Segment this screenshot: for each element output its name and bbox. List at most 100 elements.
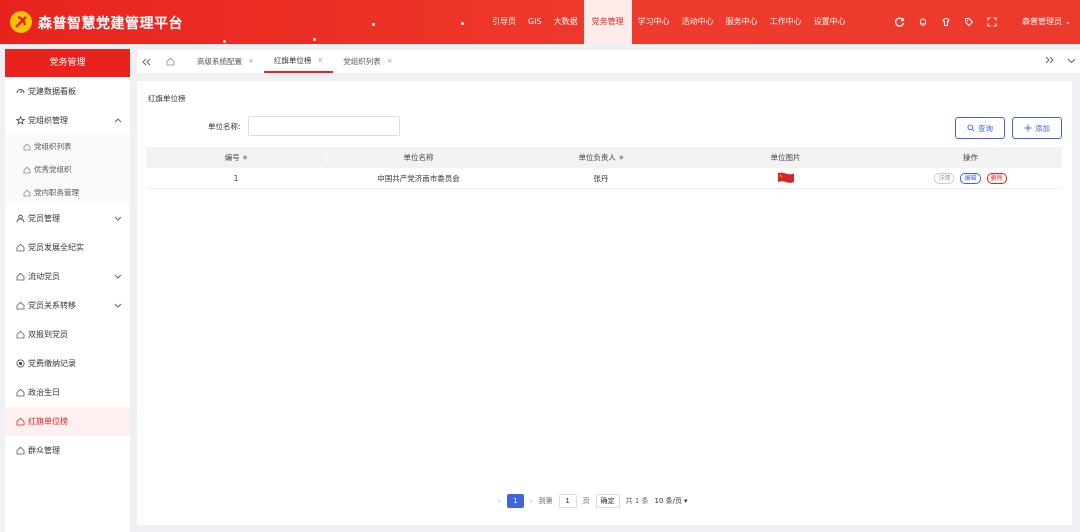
tab-red-flag-units[interactable]: 红旗单位榜 ×	[263, 49, 334, 73]
user-name: 森普管理员	[1022, 17, 1062, 26]
sidebar-item-dual-report[interactable]: 双报到党员	[5, 320, 130, 349]
nav-service-center[interactable]: 服务中心	[720, 0, 764, 44]
units-table: 编号 ◆ 单位名称 单位负责人 ◆ 单位图片 操作 1 中国共产党济南市委员会 张丹…	[146, 147, 1062, 189]
pagination: ‹ 1 › 到第 1 页 确定 共 1 条 10 条/页 ▾	[498, 493, 688, 509]
page-size-select[interactable]: 10 条/页 ▾	[655, 496, 688, 506]
target-icon	[16, 359, 25, 368]
refresh-icon[interactable]	[894, 17, 905, 28]
goto-label: 到第	[538, 497, 553, 505]
plus-icon	[1024, 124, 1032, 132]
home-icon[interactable]	[161, 50, 179, 73]
nav-settings-center[interactable]: 设置中心	[808, 0, 852, 44]
dashboard-icon	[16, 87, 25, 96]
close-icon[interactable]: ×	[387, 50, 393, 73]
cell-unit-name: 中国共产党济南市委员会	[377, 173, 460, 183]
chevron-down-icon: ⌄	[1064, 17, 1072, 26]
sidebar-item-red-flag-units[interactable]: 红旗单位榜	[5, 407, 130, 436]
double-chevron-left-icon[interactable]	[137, 50, 155, 73]
sidebar-item-label: 党员发展全纪实	[28, 243, 84, 252]
tab-label: 高级系统配置	[197, 57, 242, 66]
close-icon[interactable]: ×	[248, 50, 254, 73]
tab-advanced-config[interactable]: 高级系统配置 ×	[187, 50, 264, 73]
bell-icon[interactable]	[917, 17, 928, 28]
goto-page-input[interactable]: 1	[558, 494, 577, 508]
sidebar-item-relation-transfer[interactable]: 党员关系转移	[5, 291, 130, 320]
sidebar-subitem-org-list[interactable]: 党组织列表	[5, 135, 130, 158]
nav-work-center[interactable]: 工作中心	[764, 0, 808, 44]
sidebar-item-dues-record[interactable]: 党费缴纳记录	[5, 349, 130, 378]
table-row: 1 中国共产党济南市委员会 张丹 详情 编辑 删除	[146, 168, 1062, 189]
sidebar-item-dashboard[interactable]: 党建数据看板	[5, 77, 130, 106]
col-leader[interactable]: 单位负责人 ◆	[510, 152, 692, 163]
nav-bigdata[interactable]: 大数据	[548, 0, 584, 44]
chevron-down-icon	[114, 262, 122, 291]
house-icon	[16, 446, 25, 455]
tabs-controls	[1045, 50, 1076, 73]
red-flag-image[interactable]	[777, 172, 795, 184]
sidebar-item-label: 双报到党员	[28, 330, 68, 339]
nav-gis[interactable]: GIS	[522, 0, 548, 44]
sidebar-item-political-birthday[interactable]: 政治生日	[5, 378, 130, 407]
search-button[interactable]: 查询	[955, 117, 1005, 139]
house-icon	[23, 166, 31, 174]
sidebar-item-masses-management[interactable]: 群众管理	[5, 436, 130, 465]
tab-org-list[interactable]: 党组织列表 ×	[333, 50, 402, 73]
sidebar-subitem-excellent-org[interactable]: 优秀党组织	[5, 158, 130, 181]
col-id[interactable]: 编号 ◆	[146, 152, 327, 163]
cell-leader: 张丹	[593, 173, 609, 183]
nav-party-affairs[interactable]: 党务管理	[583, 0, 632, 44]
search-button-label: 查询	[978, 123, 993, 133]
sidebar-item-floating-members[interactable]: 流动党员	[5, 262, 130, 291]
cell-unit-image	[692, 172, 879, 184]
sidebar-item-member-development[interactable]: 党员发展全纪实	[5, 233, 130, 262]
header-tools	[894, 0, 997, 44]
next-page-icon[interactable]: ›	[530, 497, 533, 505]
nav-activity-center[interactable]: 活动中心	[676, 0, 720, 44]
nav-guide[interactable]: 引导页	[486, 0, 522, 44]
skin-icon[interactable]	[940, 17, 951, 28]
page-number[interactable]: 1	[506, 494, 524, 508]
sidebar-item-org-management[interactable]: 党组织管理	[5, 106, 130, 135]
sidebar-title: 党务管理	[5, 49, 130, 77]
main-panel: 红旗单位榜 单位名称: 查询 添加 编号 ◆ 单位名称 单位负责人 ◆ 单位图片 操…	[137, 81, 1072, 525]
close-icon[interactable]: ×	[317, 49, 323, 72]
sort-icon: ◆	[618, 154, 624, 161]
col-actions: 操作	[963, 153, 978, 162]
star-icon	[16, 116, 25, 125]
confirm-button[interactable]: 确定	[595, 494, 620, 508]
sidebar-subitem-party-posts[interactable]: 党内职务管理	[5, 181, 130, 204]
edit-button[interactable]: 编辑	[960, 172, 981, 184]
cell-actions: 详情 编辑 删除	[879, 172, 1062, 184]
sidebar-item-label: 党建数据看板	[28, 87, 76, 96]
delete-button[interactable]: 删除	[986, 172, 1007, 184]
page-suffix: 页	[582, 497, 590, 505]
sidebar-item-label: 党员关系转移	[28, 301, 76, 310]
search-label: 单位名称:	[208, 122, 241, 131]
tab-label: 党组织列表	[343, 57, 381, 66]
house-icon	[16, 388, 25, 397]
unit-name-input[interactable]	[248, 116, 400, 136]
double-chevron-right-icon[interactable]	[1045, 56, 1055, 67]
user-icon	[16, 214, 25, 223]
add-button-label: 添加	[1035, 123, 1050, 133]
top-header: 森普智慧党建管理平台 引导页 GIS 大数据 党务管理 学习中心 活动中心 服务…	[0, 0, 1080, 44]
detail-button[interactable]: 详情	[934, 172, 955, 184]
tag-icon[interactable]	[963, 17, 974, 28]
tab-label: 红旗单位榜	[273, 56, 312, 65]
chevron-down-icon[interactable]	[1067, 57, 1076, 67]
sidebar-item-label: 党组织列表	[34, 142, 72, 151]
sidebar-item-label: 优秀党组织	[34, 165, 72, 174]
nav-study-center[interactable]: 学习中心	[632, 0, 676, 44]
prev-page-icon[interactable]: ‹	[498, 497, 501, 505]
cell-id: 1	[146, 173, 327, 183]
sidebar: 党务管理 党建数据看板 党组织管理 党组织列表 优秀党组织 党内职务管理 党员管…	[5, 49, 130, 532]
table-header: 编号 ◆ 单位名称 单位负责人 ◆ 单位图片 操作	[146, 147, 1062, 168]
house-icon	[16, 243, 25, 252]
sidebar-item-member-management[interactable]: 党员管理	[5, 204, 130, 233]
chevron-down-icon: ▾	[684, 497, 688, 505]
total-count: 共 1 条	[625, 497, 649, 505]
fullscreen-icon[interactable]	[986, 17, 997, 28]
add-button[interactable]: 添加	[1012, 117, 1062, 139]
house-icon	[23, 189, 31, 197]
user-menu[interactable]: 森普管理员 ⌄	[1022, 0, 1071, 44]
